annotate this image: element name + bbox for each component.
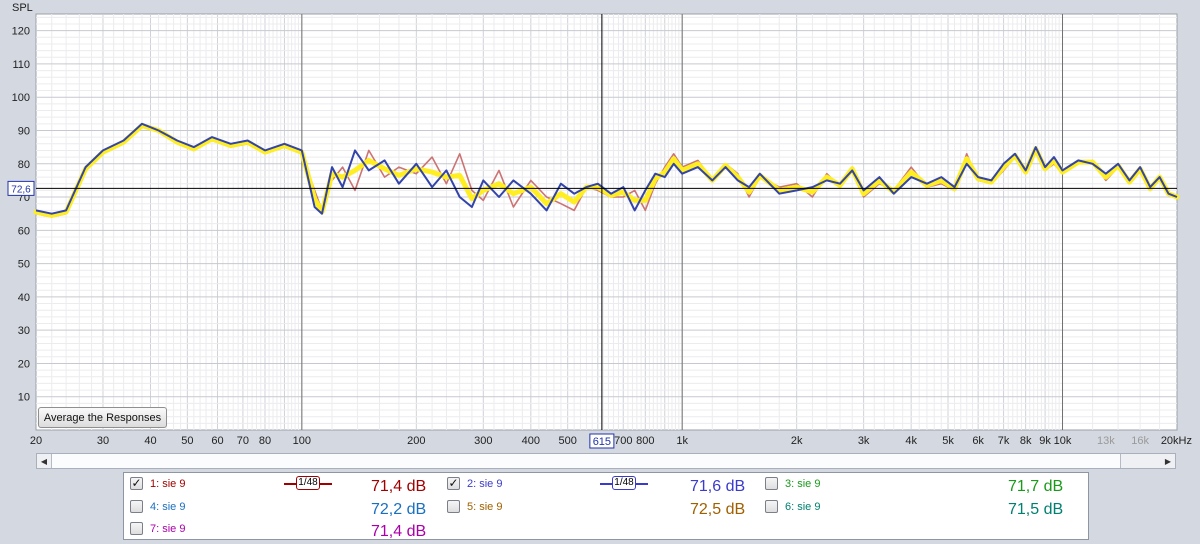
measurement-2-checkbox[interactable]: ✓ bbox=[447, 477, 460, 490]
measurement-1-smoothing[interactable]: 1/48 bbox=[284, 476, 332, 492]
cursor-level-label: 72,6 bbox=[11, 184, 31, 195]
measurement-2-smoothing[interactable]: 1/48 bbox=[600, 476, 648, 492]
measurement-4-checkbox[interactable] bbox=[130, 500, 143, 513]
x-tick-label: 13k bbox=[1097, 435, 1115, 447]
plot-area[interactable] bbox=[35, 13, 1178, 431]
measurement-4-db: 72,2 dB bbox=[371, 501, 427, 518]
x-tick-label: 200 bbox=[407, 435, 425, 447]
x-tick-label: 16k bbox=[1131, 435, 1149, 447]
measurement-3-checkbox[interactable] bbox=[765, 477, 778, 490]
x-tick-label: 6k bbox=[972, 435, 984, 447]
measurement-1-checkbox[interactable]: ✓ bbox=[130, 477, 143, 490]
y-tick-label: 60 bbox=[18, 225, 30, 237]
x-tick-label: 60 bbox=[211, 435, 223, 447]
y-tick-label: 120 bbox=[12, 26, 30, 38]
measurement-5-checkbox[interactable] bbox=[447, 500, 460, 513]
x-tick-label: 8k bbox=[1020, 435, 1032, 447]
y-tick-label: 20 bbox=[18, 358, 30, 370]
y-tick-label: 10 bbox=[18, 392, 30, 404]
measurement-6-db: 71,5 dB bbox=[1008, 501, 1064, 518]
measurement-5-label: 5: sie 9 bbox=[467, 501, 503, 513]
x-tick-label: 9k bbox=[1039, 435, 1051, 447]
x-tick-label: 20 bbox=[30, 435, 42, 447]
x-tick-label: 800 bbox=[636, 435, 654, 447]
y-tick-label: 80 bbox=[18, 159, 30, 171]
measurement-4-label: 4: sie 9 bbox=[150, 501, 186, 513]
smoothing-value: 1/48 bbox=[296, 476, 320, 490]
measurement-7-label: 7: sie 9 bbox=[150, 523, 186, 535]
x-tick-label: 50 bbox=[181, 435, 193, 447]
scroll-right-arrow-icon[interactable]: ▶ bbox=[1161, 454, 1175, 468]
x-tick-label: 2k bbox=[791, 435, 803, 447]
measurement-6-label: 6: sie 9 bbox=[785, 501, 821, 513]
x-tick-label: 400 bbox=[522, 435, 540, 447]
x-tick-label: 5k bbox=[942, 435, 954, 447]
frequency-response-chart[interactable]: SPL 10 20 30 40 50 60 70 80 90 100 110 120 20 30 40 50… bbox=[0, 0, 1200, 452]
x-tick-label: 80 bbox=[259, 435, 271, 447]
y-tick-label: 90 bbox=[18, 125, 30, 137]
measurement-7-checkbox[interactable] bbox=[130, 522, 143, 535]
x-tick-label: 300 bbox=[474, 435, 492, 447]
x-tick-label: 100 bbox=[293, 435, 311, 447]
measurement-3-db: 71,7 dB bbox=[1008, 478, 1064, 495]
measurement-1-label: 1: sie 9 bbox=[150, 478, 186, 490]
horizontal-scrollbar[interactable]: ◀ ▶ bbox=[36, 453, 1176, 469]
y-tick-label: 100 bbox=[12, 92, 30, 104]
average-responses-button[interactable]: Average the Responses bbox=[38, 407, 167, 428]
scroll-thumb[interactable] bbox=[51, 454, 1121, 468]
x-tick-label: 700 bbox=[614, 435, 632, 447]
x-tick-label: 4k bbox=[905, 435, 917, 447]
x-tick-label: 7k bbox=[998, 435, 1010, 447]
x-tick-label: 20kHz bbox=[1161, 435, 1192, 447]
measurement-1-db: 71,4 dB bbox=[371, 478, 427, 495]
measurement-5-db: 72,5 dB bbox=[690, 501, 746, 518]
y-tick-label: 50 bbox=[18, 259, 30, 271]
y-tick-label: 40 bbox=[18, 292, 30, 304]
y-axis-label: SPL bbox=[12, 2, 33, 14]
x-tick-label: 30 bbox=[97, 435, 109, 447]
x-tick-label: 40 bbox=[144, 435, 156, 447]
y-tick-label: 110 bbox=[12, 59, 30, 71]
measurement-2-db: 71,6 dB bbox=[690, 478, 746, 495]
scroll-left-arrow-icon[interactable]: ◀ bbox=[37, 454, 51, 468]
cursor-freq-label: 615 bbox=[593, 436, 611, 448]
measurement-2-label: 2: sie 9 bbox=[467, 478, 503, 490]
measurement-7-db: 71,4 dB bbox=[371, 523, 427, 540]
x-tick-label: 500 bbox=[559, 435, 577, 447]
measurement-6-checkbox[interactable] bbox=[765, 500, 778, 513]
measurement-legend: ✓ 1: sie 9 1/48 71,4 dB ✓ 2: sie 9 1/48 … bbox=[123, 472, 1089, 540]
x-tick-label: 70 bbox=[237, 435, 249, 447]
smoothing-value: 1/48 bbox=[612, 476, 636, 490]
x-tick-label: 1k bbox=[676, 435, 688, 447]
right-resize-edge[interactable] bbox=[1194, 20, 1200, 420]
x-tick-label: 3k bbox=[858, 435, 870, 447]
x-tick-label: 10k bbox=[1054, 435, 1072, 447]
y-tick-label: 30 bbox=[18, 325, 30, 337]
measurement-3-label: 3: sie 9 bbox=[785, 478, 821, 490]
